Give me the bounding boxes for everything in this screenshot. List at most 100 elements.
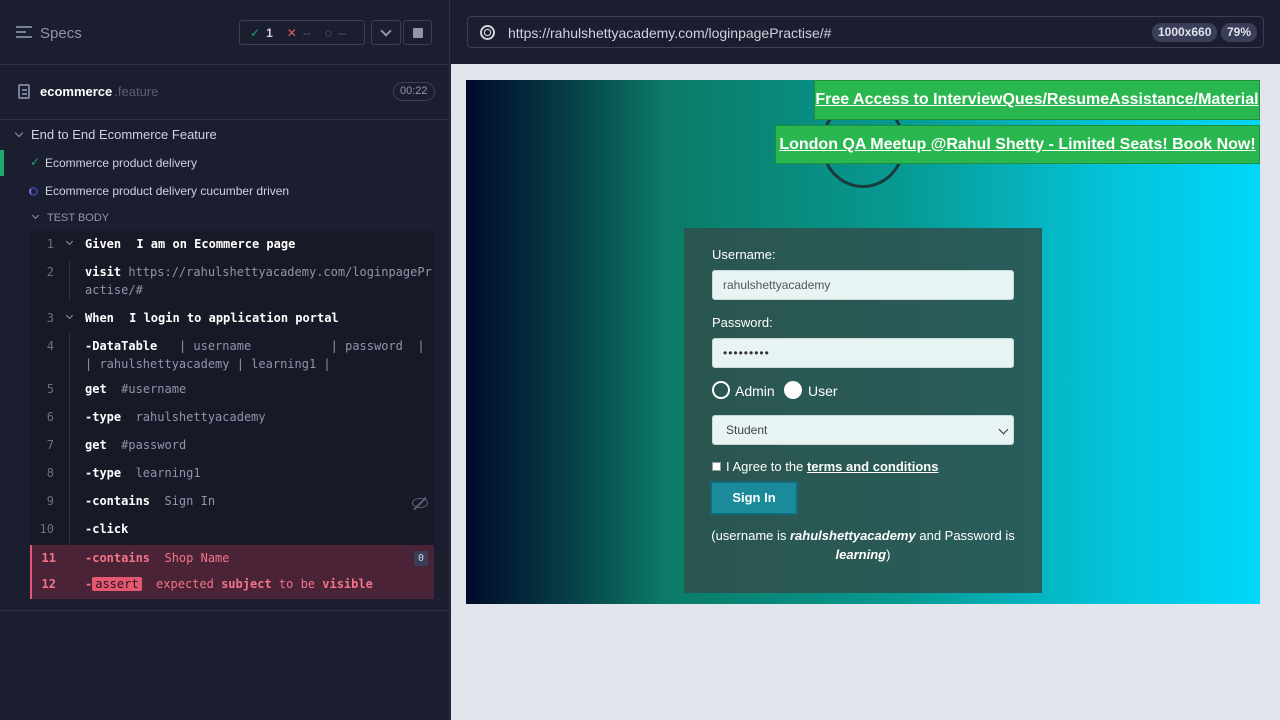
command-message: https://rahulshettyacademy.com/loginpage…: [128, 265, 432, 279]
chevron-down-icon: [998, 424, 1009, 435]
admin-radio[interactable]: [712, 381, 730, 399]
command-name: -contains: [85, 494, 151, 508]
terms-text: I Agree to the terms and conditions: [726, 459, 938, 474]
command-message-wrap: actise/#: [85, 283, 143, 297]
command-number: 3: [46, 311, 54, 325]
stop-button[interactable]: [403, 20, 432, 45]
check-icon: ✓: [30, 155, 41, 169]
spec-file-name[interactable]: ecommerce .feature: [40, 84, 158, 99]
command-name: get: [85, 382, 107, 396]
chevron-down-icon: [14, 128, 24, 138]
test-row-passed[interactable]: ✓ Ecommerce product delivery: [0, 155, 450, 175]
command-row[interactable]: 4 -DataTable | username | password | | r…: [30, 335, 434, 377]
assert-expectation: visible: [322, 577, 373, 591]
failed-count: --: [302, 25, 311, 40]
command-number: 12: [41, 577, 56, 591]
run-duration: 00:22: [393, 82, 435, 101]
command-row[interactable]: 1 Given I am on Ecommerce page: [30, 231, 434, 257]
command-name: -type: [85, 466, 122, 480]
hint-password: learning: [835, 547, 887, 562]
command-row-failed[interactable]: 12 - assert expected subject to be visibl…: [30, 572, 434, 599]
pending-count: --: [337, 25, 346, 40]
role-select-value: Student: [726, 423, 768, 437]
divider: [0, 610, 450, 611]
command-name: Given: [85, 237, 122, 251]
sign-in-button[interactable]: Sign In: [710, 481, 798, 515]
login-form: Username: rahulshettyacademy Password: •…: [684, 228, 1042, 593]
command-message: Sign In: [164, 494, 216, 508]
username-input[interactable]: rahulshettyacademy: [712, 270, 1014, 300]
command-number: 2: [46, 265, 54, 279]
command-number: 4: [46, 339, 54, 353]
options-dropdown-button[interactable]: [371, 20, 401, 45]
command-message: rahulshettyacademy: [135, 410, 266, 424]
passed-count: 1: [266, 25, 273, 40]
command-row[interactable]: 7 get #password: [30, 435, 434, 461]
terms-link[interactable]: terms and conditions: [807, 459, 938, 474]
check-icon: ✓: [250, 25, 261, 40]
suite-row[interactable]: End to End Ecommerce Feature: [0, 126, 450, 146]
promo-link-interview[interactable]: Free Access to InterviewQues/ResumeAssis…: [814, 80, 1260, 120]
pending-icon: ◌: [324, 25, 332, 40]
failed-stat: ✕ --: [287, 26, 311, 40]
command-message: #username: [121, 382, 187, 396]
credentials-hint: (username is rahulshettyacademy and Pass…: [704, 526, 1022, 564]
command-row[interactable]: 6 -type rahulshettyacademy: [30, 407, 434, 433]
viewport-size-badge[interactable]: 1000x660: [1152, 23, 1218, 42]
password-input[interactable]: •••••••••: [712, 338, 1014, 368]
role-select[interactable]: Student: [712, 415, 1014, 445]
test-row-running[interactable]: Ecommerce product delivery cucumber driv…: [0, 183, 450, 203]
command-number: 5: [46, 382, 54, 396]
command-list: 1 Given I am on Ecommerce page 2 visit h…: [30, 231, 434, 599]
promo-link-meetup[interactable]: London QA Meetup @Rahul Shetty - Limited…: [775, 125, 1260, 164]
chevron-down-icon: [31, 211, 40, 220]
username-label: Username:: [712, 247, 776, 262]
test-title: Ecommerce product delivery: [45, 156, 198, 170]
command-number: 1: [46, 237, 54, 251]
command-row[interactable]: 2 visit https://rahulshettyacademy.com/l…: [30, 259, 434, 303]
hint-text: ): [886, 547, 891, 562]
command-row[interactable]: 10 -click: [30, 519, 434, 545]
chevron-down-icon: [380, 24, 392, 37]
document-icon: [18, 84, 30, 99]
command-name: When: [85, 311, 114, 325]
assert-tag: assert: [92, 577, 142, 591]
url-text[interactable]: https://rahulshettyacademy.com/loginpage…: [508, 25, 831, 41]
specs-list-icon[interactable]: [16, 26, 32, 40]
passed-stat: ✓ 1: [250, 26, 273, 40]
command-row-failed[interactable]: 11 -contains Shop Name 0: [30, 545, 434, 572]
command-number: 9: [46, 494, 54, 508]
globe-icon: [480, 25, 495, 40]
user-radio-label: User: [808, 383, 838, 399]
command-message: | username | password |: [178, 339, 425, 353]
test-body-label: TEST BODY: [47, 212, 110, 224]
command-name: -contains: [85, 551, 151, 565]
eye-slash-icon[interactable]: [412, 498, 428, 508]
hint-text: (username is: [711, 528, 787, 543]
assert-subject: subject: [221, 577, 272, 591]
command-number: 6: [46, 410, 54, 424]
command-number: 10: [39, 522, 54, 536]
zoom-badge[interactable]: 79%: [1221, 23, 1258, 42]
run-stats: ✓ 1 ✕ -- ◌ --: [239, 20, 365, 45]
user-radio[interactable]: [784, 381, 802, 399]
url-bar[interactable]: https://rahulshettyacademy.com/loginpage…: [467, 16, 1264, 48]
spinner-icon: [29, 187, 38, 196]
assert-message: expected: [156, 577, 214, 591]
command-number: 11: [41, 551, 56, 565]
command-row[interactable]: 8 -type learning1: [30, 463, 434, 489]
command-row[interactable]: 9 -contains Sign In: [30, 491, 434, 517]
chevron-down-icon: [65, 311, 74, 320]
cypress-runner: Specs ✓ 1 ✕ -- ◌ -- ecommerce .feature 0…: [0, 0, 1280, 720]
test-body-toggle[interactable]: TEST BODY: [0, 211, 450, 227]
admin-radio-label: Admin: [735, 383, 775, 399]
command-name: visit: [85, 265, 122, 279]
terms-checkbox[interactable]: [712, 462, 721, 471]
command-row[interactable]: 5 get #username: [30, 379, 434, 405]
command-number: 8: [46, 466, 54, 480]
command-row[interactable]: 3 When I login to application portal: [30, 306, 434, 332]
assert-verb: to be: [278, 577, 316, 591]
command-message: I am on Ecommerce page: [129, 237, 296, 251]
stop-icon: [412, 27, 423, 38]
specs-label[interactable]: Specs: [40, 25, 82, 42]
